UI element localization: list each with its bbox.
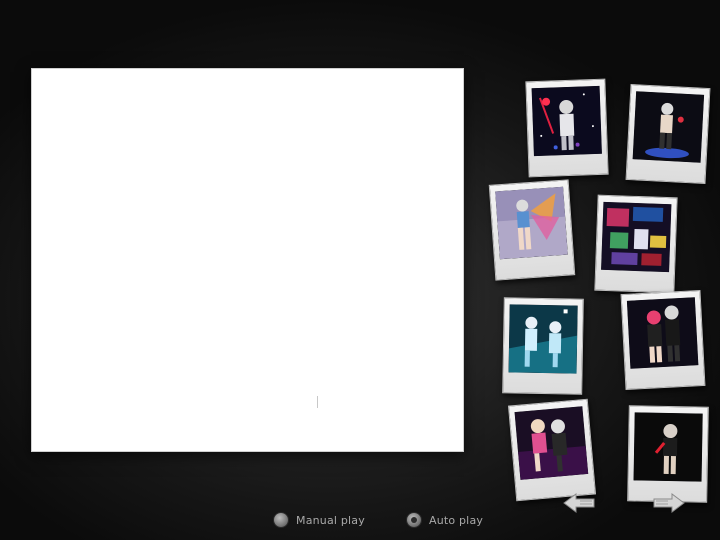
- thumbnail-1[interactable]: [525, 78, 609, 178]
- manual-play-option[interactable]: Manual play: [274, 513, 365, 527]
- photo-thumbnail-icon: [531, 85, 602, 157]
- thumbnail-3[interactable]: [488, 179, 576, 281]
- play-mode-controls: Manual play Auto play: [274, 512, 525, 528]
- thumbnail-6-photo: [626, 297, 699, 369]
- thumbnail-8[interactable]: [627, 405, 709, 503]
- photo-thumbnail-icon: [508, 304, 578, 374]
- photo-thumbnail-icon: [514, 406, 589, 480]
- thumbnail-5[interactable]: [502, 297, 584, 395]
- manual-play-label: Manual play: [296, 513, 365, 527]
- photo-thumbnail-icon: [626, 297, 699, 369]
- photo-thumbnail-icon: [633, 412, 703, 482]
- photo-thumbnail-icon: [632, 91, 705, 163]
- thumbnail-2-photo: [632, 91, 705, 163]
- thumbnail-3-photo: [495, 186, 568, 260]
- prev-arrow-button[interactable]: [562, 492, 596, 514]
- viewer-cursor-mark: [317, 396, 318, 408]
- auto-play-radio[interactable]: [406, 513, 421, 527]
- photo-thumbnail-icon: [601, 201, 672, 273]
- thumbnail-5-photo: [508, 304, 578, 374]
- thumbnail-4-photo: [601, 201, 672, 273]
- photo-thumbnail-icon: [495, 186, 568, 260]
- auto-play-label: Auto play: [428, 513, 484, 527]
- next-arrow-button[interactable]: [652, 492, 686, 514]
- thumbnail-6[interactable]: [620, 289, 706, 391]
- thumbnail-1-photo: [531, 85, 602, 157]
- main-photo-viewer[interactable]: [31, 68, 464, 452]
- slideshow-stage: Manual play Auto play: [0, 0, 720, 540]
- auto-play-option[interactable]: Auto play: [406, 513, 484, 527]
- manual-play-radio[interactable]: [274, 513, 288, 527]
- arrow-left-icon: [563, 493, 595, 513]
- arrow-right-icon: [653, 493, 685, 513]
- thumbnail-7[interactable]: [507, 398, 597, 502]
- thumbnail-2[interactable]: [625, 83, 711, 185]
- thumbnail-7-photo: [514, 406, 589, 480]
- thumbnail-4[interactable]: [594, 194, 678, 294]
- thumbnail-8-photo: [633, 412, 703, 482]
